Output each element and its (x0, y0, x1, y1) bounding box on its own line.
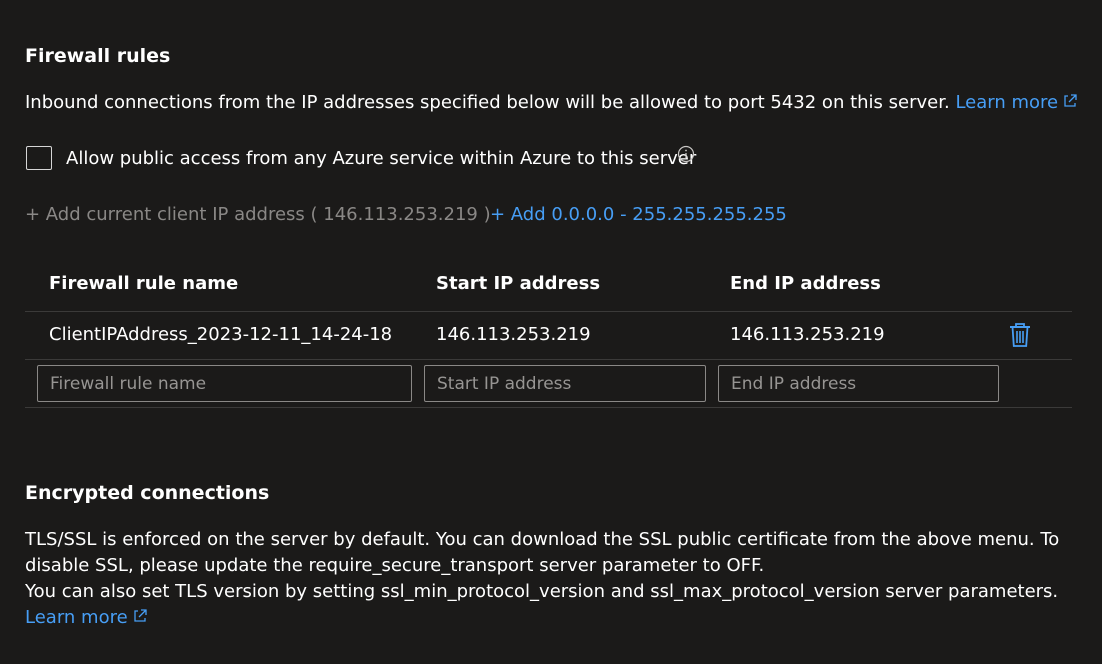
networking-page: Firewall rules Inbound connections from … (0, 0, 1102, 664)
new-rule-name-input[interactable] (37, 365, 412, 402)
delete-rule-icon[interactable] (1008, 322, 1032, 348)
encrypted-text-line2-body: You can also set TLS version by setting … (25, 581, 1059, 602)
allow-azure-checkbox[interactable] (26, 146, 52, 170)
encrypted-connections-heading: Encrypted connections (25, 482, 270, 504)
firewall-learn-more-label: Learn more (955, 92, 1059, 113)
add-all-ips-button[interactable]: + Add 0.0.0.0 - 255.255.255.255 (490, 203, 787, 227)
start-ip-cell: 146.113.253.219 (436, 324, 591, 345)
firewall-description: Inbound connections from the IP addresse… (25, 92, 950, 113)
column-header-start-ip: Start IP address (436, 273, 601, 294)
encrypted-paragraph: TLS/SSL is enforced on the server by def… (25, 527, 1085, 631)
end-ip-cell: 146.113.253.219 (730, 324, 885, 345)
table-divider (25, 407, 1072, 408)
column-header-rule-name: Firewall rule name (49, 273, 239, 294)
table-divider (25, 359, 1072, 360)
table-divider (25, 311, 1072, 312)
firewall-rules-heading: Firewall rules (25, 45, 171, 67)
encrypted-text-line1: TLS/SSL is enforced on the server by def… (25, 529, 1060, 576)
add-client-ip-button[interactable]: + Add current client IP address ( 146.11… (25, 203, 491, 227)
allow-azure-label: Allow public access from any Azure servi… (66, 148, 697, 169)
info-icon[interactable] (677, 145, 695, 163)
external-link-icon (1064, 94, 1077, 107)
encrypted-learn-more-label: Learn more (25, 607, 128, 628)
external-link-icon (134, 609, 147, 622)
encrypted-text-line2: You can also set TLS version by setting … (25, 579, 1085, 631)
rule-name-cell: ClientIPAddress_2023-12-11_14-24-18 (49, 324, 393, 345)
firewall-description-line: Inbound connections from the IP addresse… (25, 91, 1078, 115)
encrypted-learn-more-link[interactable]: Learn more (25, 607, 148, 628)
column-header-end-ip: End IP address (730, 273, 881, 294)
new-start-ip-input[interactable] (424, 365, 706, 402)
firewall-learn-more-link[interactable]: Learn more (955, 92, 1078, 113)
new-end-ip-input[interactable] (718, 365, 999, 402)
